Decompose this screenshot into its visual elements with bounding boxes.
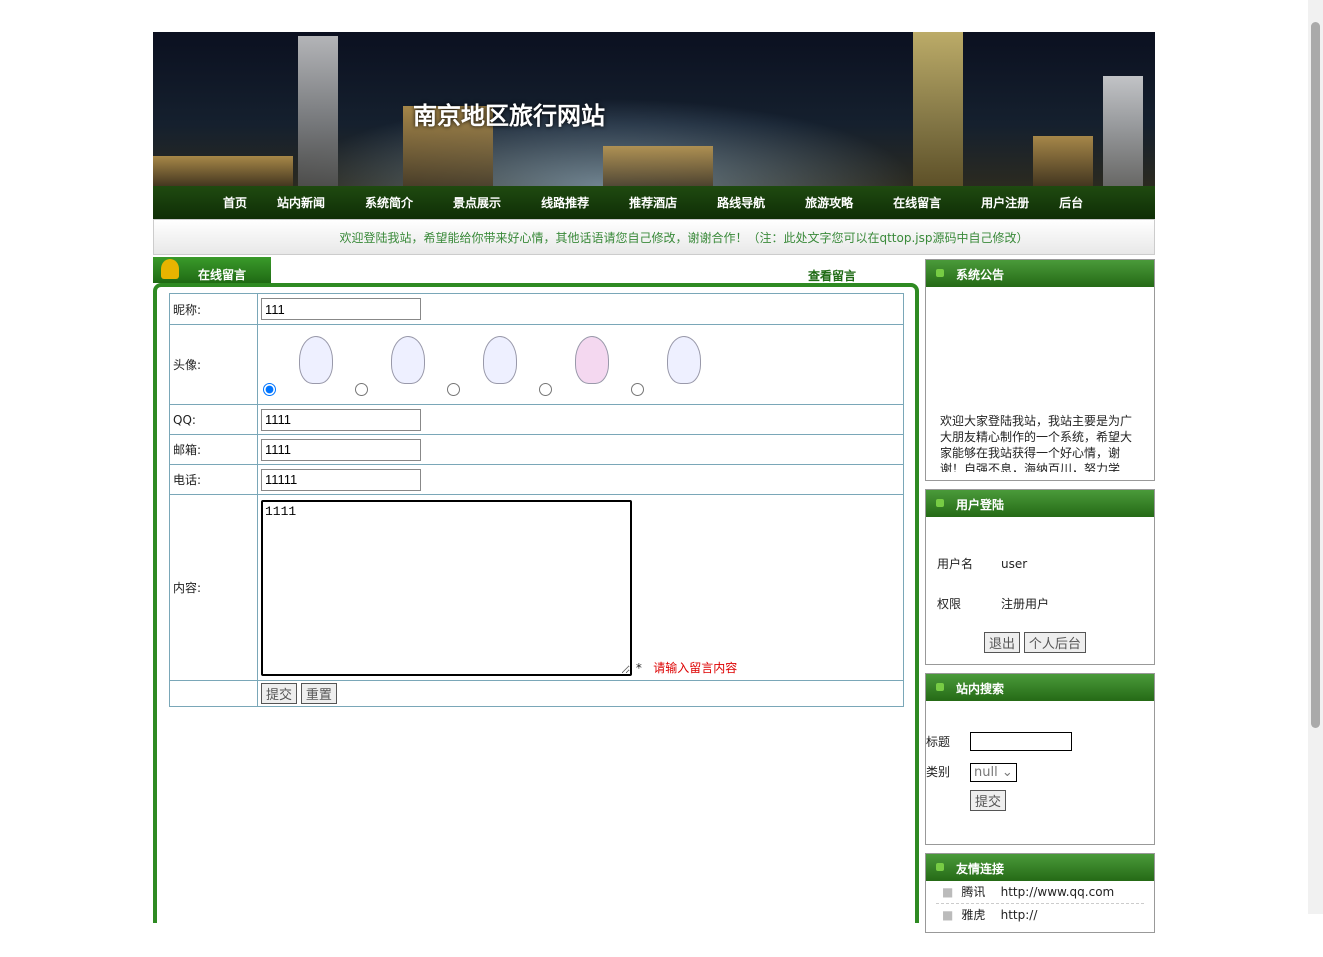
avatar-radio[interactable] xyxy=(631,383,644,396)
qq-label: QQ: xyxy=(169,404,258,435)
nav-intro[interactable]: 系统简介 xyxy=(365,194,413,211)
content-label: 内容: xyxy=(169,494,258,681)
submit-button[interactable]: 提交 xyxy=(261,683,298,704)
message-form: 昵称: 头像: QQ: 邮箱: 电话: 内容:1111 * 请输入留言内容 提交… xyxy=(169,293,904,707)
logout-button[interactable]: 退出 xyxy=(984,632,1021,653)
bullet-icon: ■ xyxy=(942,885,954,899)
avatar-label: 头像: xyxy=(169,324,258,405)
avatar-image xyxy=(391,336,425,384)
search-title: 站内搜索 xyxy=(926,674,1154,701)
avatar-radio[interactable] xyxy=(447,383,460,396)
role-label: 权限 xyxy=(937,597,962,611)
nav-hotels[interactable]: 推荐酒店 xyxy=(629,194,677,211)
search-box: 站内搜索 标题 类别 null ⌄ 提交 xyxy=(925,673,1155,845)
avatar-image xyxy=(667,336,701,384)
avatar-option-3[interactable] xyxy=(445,328,537,398)
site-title: 南京地区旅行网站 xyxy=(413,101,605,130)
avatar-radio[interactable] xyxy=(539,383,552,396)
email-label: 邮箱: xyxy=(169,434,258,465)
view-messages-link[interactable]: 查看留言 xyxy=(808,267,856,284)
nickname-label: 昵称: xyxy=(169,293,258,325)
content-textarea[interactable]: 1111 xyxy=(261,499,632,676)
avatar-option-5[interactable] xyxy=(629,328,721,398)
search-title-label: 标题 xyxy=(926,735,951,749)
chevron-down-icon: ⌄ xyxy=(1001,765,1013,780)
role-value: 注册用户 xyxy=(1001,597,1050,611)
scrollbar-thumb[interactable] xyxy=(1311,22,1320,728)
banner: 南京地区旅行网站 xyxy=(153,32,1155,186)
avatar-image xyxy=(575,336,609,384)
category-select[interactable]: null ⌄ xyxy=(970,763,1017,782)
notice-box: 系统公告 欢迎大家登陆我站，我站主要是为广大朋友精心制作的一个系统，希望大家能够… xyxy=(925,259,1155,481)
login-title: 用户登陆 xyxy=(926,490,1154,517)
nav-attractions[interactable]: 景点展示 xyxy=(453,194,501,211)
reset-button[interactable]: 重置 xyxy=(300,683,337,704)
avatar-radio[interactable] xyxy=(355,383,368,396)
nav-admin[interactable]: 后台 xyxy=(1059,194,1083,211)
phone-input[interactable] xyxy=(261,468,421,491)
bullet-icon: ■ xyxy=(942,908,954,922)
search-title-input[interactable] xyxy=(970,732,1072,751)
scrollbar[interactable] xyxy=(1308,0,1323,914)
tab-online-message: 在线留言 xyxy=(153,257,271,283)
nav-messages[interactable]: 在线留言 xyxy=(893,194,941,211)
main-nav: 首页 站内新闻 系统简介 景点展示 线路推荐 推荐酒店 路线导航 旅游攻略 在线… xyxy=(153,186,1155,219)
nav-guides[interactable]: 旅游攻略 xyxy=(805,194,853,211)
avatar-image xyxy=(483,336,517,384)
nav-news[interactable]: 站内新闻 xyxy=(277,194,325,211)
avatar-radio[interactable] xyxy=(263,383,276,396)
link-item[interactable]: ■ 雅虎 http:// xyxy=(936,904,1144,926)
search-submit-button[interactable]: 提交 xyxy=(970,790,1007,811)
user-icon xyxy=(161,259,179,279)
nav-register[interactable]: 用户注册 xyxy=(981,194,1029,211)
qq-input[interactable] xyxy=(261,408,421,431)
links-box: 友情连接 ■ 腾讯 http://www.qq.com ■ 雅虎 http:// xyxy=(925,853,1155,933)
required-mark: * xyxy=(635,660,642,675)
username-label: 用户名 xyxy=(937,557,974,571)
phone-label: 电话: xyxy=(169,464,258,495)
nav-home[interactable]: 首页 xyxy=(223,194,247,211)
avatar-option-2[interactable] xyxy=(353,328,445,398)
content-hint: 请输入留言内容 xyxy=(653,660,738,675)
link-item[interactable]: ■ 腾讯 http://www.qq.com xyxy=(936,881,1144,904)
username-value: user xyxy=(1001,557,1028,571)
email-input[interactable] xyxy=(261,438,421,461)
avatar-picker xyxy=(257,324,904,405)
nickname-input[interactable] xyxy=(261,298,421,320)
nav-navigation[interactable]: 路线导航 xyxy=(717,194,765,211)
welcome-marquee: 欢迎登陆我站，希望能给你带来好心情，其他话语请您自己修改，谢谢合作！（注：此处文… xyxy=(153,219,1155,255)
links-title: 友情连接 xyxy=(926,854,1154,881)
avatar-image xyxy=(299,336,333,384)
personal-admin-button[interactable]: 个人后台 xyxy=(1023,632,1086,653)
login-box: 用户登陆 用户名 user 权限 注册用户 退出 个人后台 xyxy=(925,489,1155,665)
avatar-option-4[interactable] xyxy=(537,328,629,398)
notice-title: 系统公告 xyxy=(926,260,1154,287)
avatar-option-1[interactable] xyxy=(261,328,353,398)
search-category-label: 类别 xyxy=(926,765,951,779)
notice-text: 欢迎大家登陆我站，我站主要是为广大朋友精心制作的一个系统，希望大家能够在我站获得… xyxy=(940,414,1133,472)
nav-routes[interactable]: 线路推荐 xyxy=(541,194,589,211)
